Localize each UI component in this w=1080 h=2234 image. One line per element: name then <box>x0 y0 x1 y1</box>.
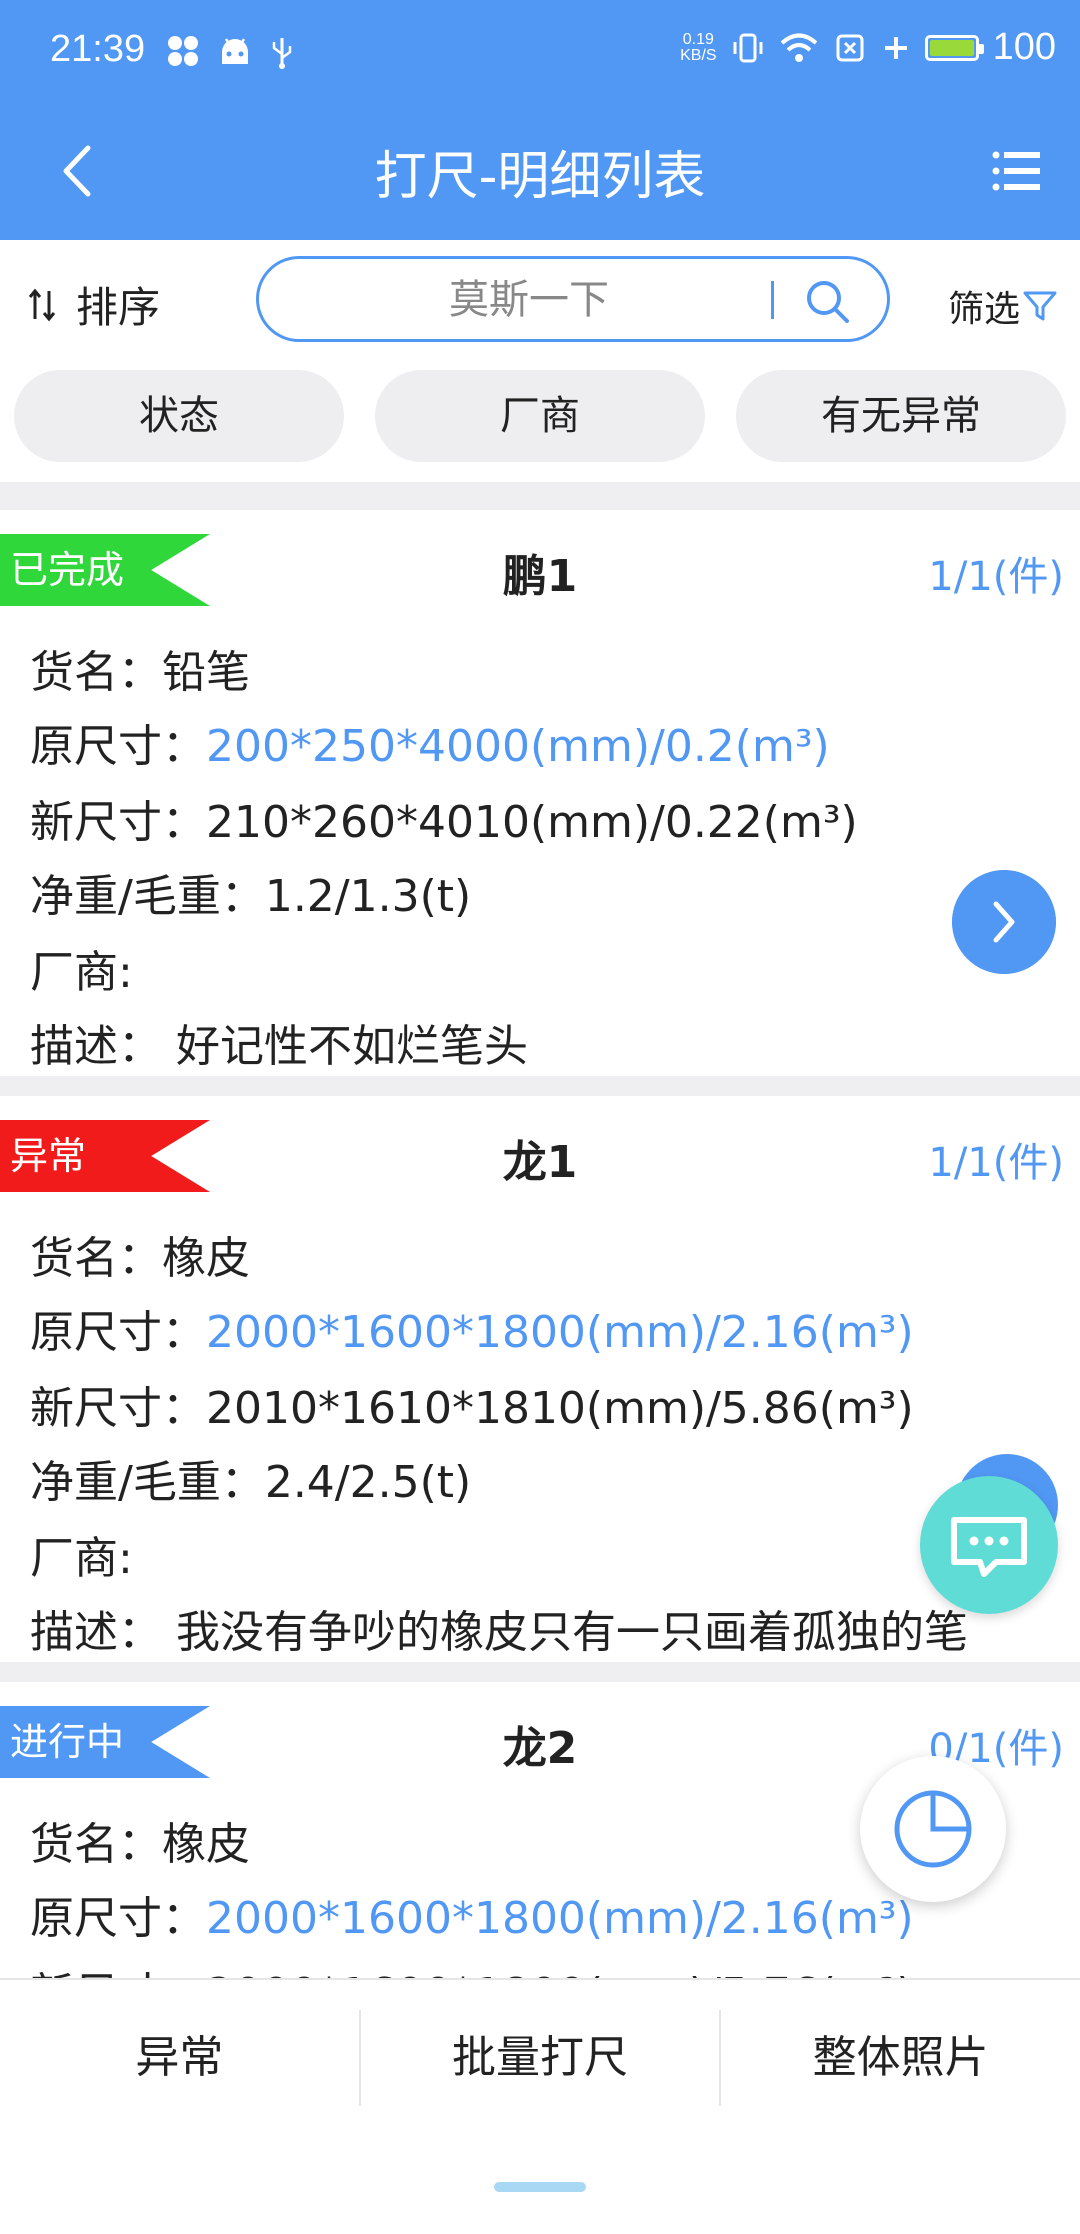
statistics-button[interactable] <box>860 1756 1006 1902</box>
funnel-icon <box>1023 291 1057 321</box>
goods-row: 货名：橡皮 <box>30 1819 250 1870</box>
new-size-value: 210*260*4010(mm)/0.22(m³) <box>206 797 858 848</box>
pie-chart-icon <box>894 1790 972 1868</box>
orig-size-value: 2000*1600*1800(mm)/2.16(m³) <box>206 1307 914 1358</box>
goods-value: 铅笔 <box>162 647 250 698</box>
clock: 21:39 <box>50 28 146 70</box>
item-count: 1/1(件) <box>928 1140 1064 1186</box>
chip-anomaly[interactable]: 有无异常 <box>736 370 1066 462</box>
overall-photo-button[interactable]: 整体照片 <box>721 2010 1080 2106</box>
chip-status[interactable]: 状态 <box>14 370 344 462</box>
chat-bubble-icon <box>951 1517 1027 1577</box>
filter-chips: 状态 厂商 有无异常 <box>0 370 1080 466</box>
search-divider <box>771 281 774 319</box>
weight-value: 2.4/2.5(t) <box>264 1457 472 1508</box>
anomaly-button[interactable]: 异常 <box>0 2010 361 2106</box>
usb-icon <box>272 38 292 69</box>
wifi-icon <box>780 33 817 62</box>
page-title: 打尺-明细列表 <box>374 147 706 207</box>
search-input[interactable] <box>299 277 759 323</box>
orig-size-value: 2000*1600*1800(mm)/2.16(m³) <box>206 1893 914 1944</box>
status-bar: 21:39 0.19 KB/S 100 <box>0 0 1080 108</box>
weight-row: 净重/毛重：1.2/1.3(t) <box>30 871 472 922</box>
desc-value: 好记性不如烂笔头 <box>176 1021 528 1072</box>
vendor-row: 厂商: <box>30 947 133 998</box>
bottom-action-bar: 异常 批量打尺 整体照片 <box>0 1978 1080 2234</box>
app-header: 21:39 0.19 KB/S 100 打尺-明细列表 <box>0 0 1080 240</box>
new-size-value: 2010*1610*1810(mm)/5.86(m³) <box>206 1383 914 1434</box>
goods-value: 橡皮 <box>162 1819 250 1870</box>
charging-plus-icon <box>884 36 907 59</box>
list-menu-icon[interactable] <box>992 150 1040 192</box>
search-icon[interactable] <box>803 277 853 327</box>
goods-value: 橡皮 <box>162 1233 250 1284</box>
notification-icons <box>166 34 294 70</box>
vibrate-icon <box>733 33 763 62</box>
search-toolbar: 排序 筛选 <box>0 240 1080 358</box>
item-count: 1/1(件) <box>928 554 1064 600</box>
app-grid-icon <box>168 36 198 66</box>
desc-row: 描述： 好记性不如烂笔头 <box>30 1021 528 1072</box>
orig-size-row: 原尺寸：2000*1600*1800(mm)/2.16(m³) <box>30 1893 914 1944</box>
list-item[interactable]: 已完成 鹏1 1/1(件) 货名：铅笔 原尺寸：200*250*4000(mm)… <box>0 510 1080 1096</box>
filter-label: 筛选 <box>947 289 1020 330</box>
new-size-row: 新尺寸：210*260*4010(mm)/0.22(m³) <box>30 797 858 848</box>
vendor-row: 厂商: <box>30 1533 133 1584</box>
chevron-right-icon[interactable] <box>952 870 1056 974</box>
new-size-row: 新尺寸：2000*1600*1800(mm)/5.76(m³) <box>30 1958 914 1980</box>
search-box[interactable] <box>256 256 890 342</box>
orig-size-row: 原尺寸：200*250*4000(mm)/0.2(m³) <box>30 721 830 772</box>
new-size-row: 新尺寸：2010*1610*1810(mm)/5.86(m³) <box>30 1383 914 1434</box>
item-name: 龙1 <box>502 1137 578 1188</box>
desc-row: 描述： 我没有争吵的橡皮只有一只画着孤独的笔 <box>30 1607 968 1658</box>
home-indicator[interactable] <box>494 2182 586 2192</box>
batch-measure-button[interactable]: 批量打尺 <box>361 2010 722 2106</box>
goods-row: 货名：橡皮 <box>30 1233 250 1284</box>
sort-button[interactable]: 排序 <box>28 274 160 335</box>
sort-label: 排序 <box>76 283 161 332</box>
network-speed: 0.19 KB/S <box>680 30 717 64</box>
android-icon <box>222 38 248 64</box>
orig-size-value: 200*250*4000(mm)/0.2(m³) <box>206 721 830 772</box>
weight-row: 净重/毛重：2.4/2.5(t) <box>30 1457 472 1508</box>
chip-vendor[interactable]: 厂商 <box>375 370 705 462</box>
battery-level <box>929 39 974 56</box>
sort-arrows-icon <box>28 288 56 321</box>
sim-off-icon <box>836 34 864 61</box>
battery-icon <box>924 34 984 61</box>
bottom-actions: 异常 批量打尺 整体照片 <box>0 2010 1080 2106</box>
filter-button[interactable]: 筛选 <box>948 280 1058 332</box>
item-name: 鹏1 <box>502 551 578 602</box>
list-item[interactable]: 异常 龙1 1/1(件) 货名：橡皮 原尺寸：2000*1600*1800(mm… <box>0 1096 1080 1682</box>
battery-percent: 100 <box>992 26 1056 68</box>
orig-size-row: 原尺寸：2000*1600*1800(mm)/2.16(m³) <box>30 1307 914 1358</box>
chat-button[interactable] <box>920 1476 1058 1614</box>
weight-value: 1.2/1.3(t) <box>264 871 472 922</box>
navigation-bar: 打尺-明细列表 <box>0 108 1080 240</box>
system-icons: 0.19 KB/S 100 <box>680 26 1056 69</box>
section-divider <box>0 482 1080 510</box>
goods-row: 货名：铅笔 <box>30 647 250 698</box>
desc-value: 我没有争吵的橡皮只有一只画着孤独的笔 <box>176 1607 968 1658</box>
